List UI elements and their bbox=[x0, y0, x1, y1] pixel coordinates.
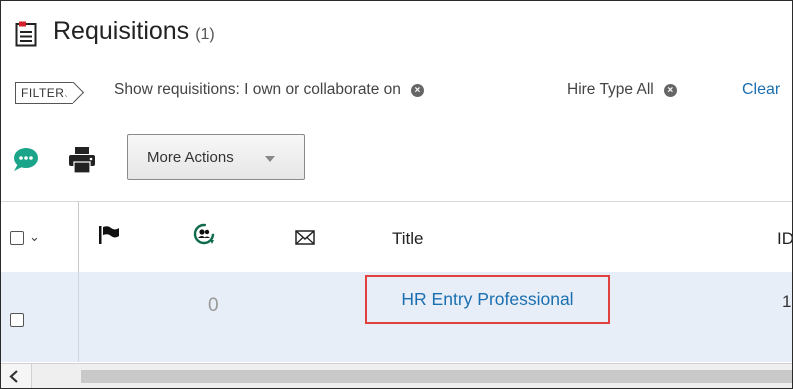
requisition-id: 1 bbox=[782, 292, 792, 311]
recruiter-icon[interactable] bbox=[193, 223, 215, 245]
remove-filter-icon[interactable]: × bbox=[663, 84, 677, 97]
scroll-left-button[interactable] bbox=[1, 364, 32, 388]
page-header: Requisitions (1) bbox=[1, 1, 792, 65]
envelope-icon[interactable] bbox=[295, 230, 315, 245]
toolbar: More Actions bbox=[1, 131, 792, 191]
flag-icon[interactable] bbox=[98, 226, 120, 244]
select-menu-chevron-icon[interactable]: ⌄ bbox=[29, 229, 40, 245]
filter-show-requisitions: Show requisitions: I own or collaborate … bbox=[114, 81, 424, 99]
remove-filter-icon[interactable]: × bbox=[410, 84, 424, 97]
filter-label: Show requisitions: I own or collaborate … bbox=[114, 81, 401, 98]
more-actions-label: More Actions bbox=[147, 149, 234, 166]
column-divider bbox=[78, 272, 79, 362]
chevron-left-icon bbox=[9, 370, 18, 383]
filter-label: Hire Type All bbox=[567, 81, 654, 98]
horizontal-scrollbar[interactable] bbox=[1, 363, 792, 388]
requisition-title-link[interactable]: HR Entry Professional bbox=[365, 275, 610, 324]
chat-icon[interactable] bbox=[12, 146, 38, 172]
filters-toggle-button[interactable]: FILTERS bbox=[15, 81, 85, 104]
more-actions-button[interactable]: More Actions bbox=[127, 134, 305, 180]
print-icon[interactable] bbox=[67, 146, 97, 174]
row-count-value: 0 bbox=[208, 295, 219, 316]
requisitions-window: Requisitions (1) FILTERS Show requisition… bbox=[0, 0, 793, 389]
filters-bar: FILTERS Show requisitions: I own or coll… bbox=[1, 69, 792, 113]
page-title-text: Requisitions bbox=[53, 17, 190, 45]
column-header-id[interactable]: ID bbox=[777, 229, 792, 249]
filter-hire-type: Hire Type All × bbox=[567, 81, 677, 99]
caret-down-icon bbox=[265, 156, 275, 162]
column-header-title[interactable]: Title bbox=[392, 229, 424, 249]
page-title: Requisitions (1) bbox=[53, 17, 215, 46]
clear-filters-link[interactable]: Clear bbox=[742, 81, 780, 99]
document-icon bbox=[15, 21, 37, 47]
table-header: ⌄ Title ID bbox=[1, 201, 792, 273]
select-all-checkbox[interactable] bbox=[10, 231, 24, 245]
scrollbar-thumb[interactable] bbox=[81, 370, 792, 383]
column-divider bbox=[78, 202, 79, 272]
requisition-count: (1) bbox=[195, 26, 215, 43]
row-checkbox[interactable] bbox=[10, 313, 24, 327]
table-row[interactable]: 0 HR Entry Professional 1 bbox=[1, 272, 792, 362]
